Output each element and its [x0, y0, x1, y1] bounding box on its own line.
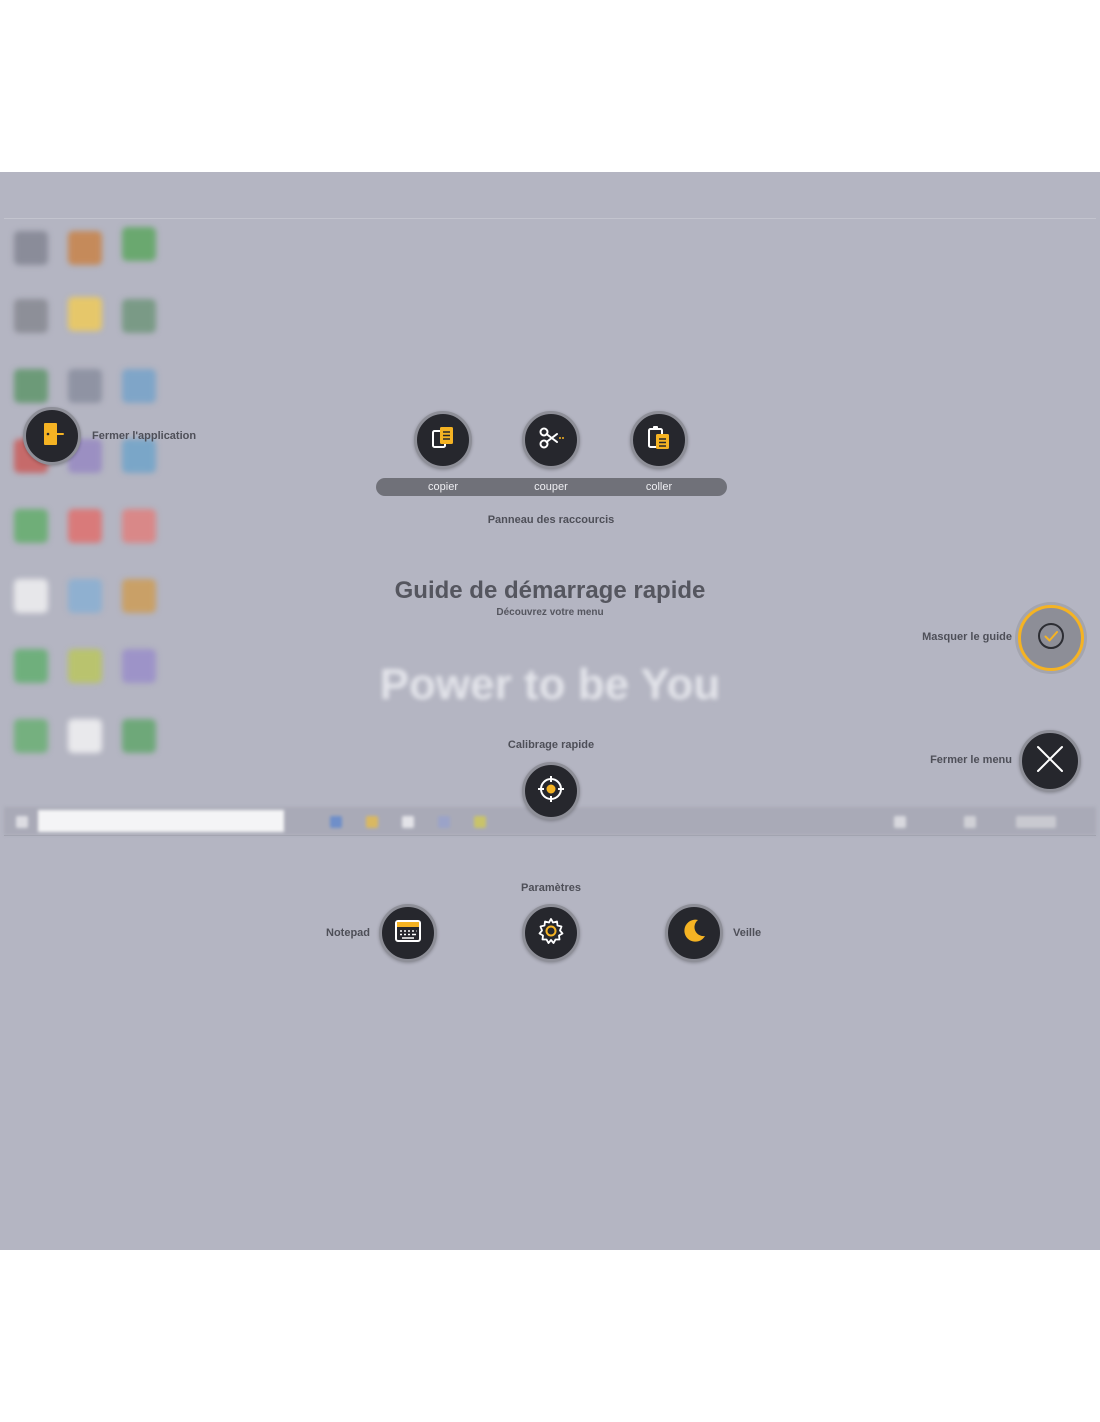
- desktop-icon: [68, 509, 102, 543]
- notepad-label: Notepad: [326, 927, 370, 939]
- copy-icon: [427, 422, 459, 458]
- scissors-icon: [535, 422, 567, 458]
- desktop-icon: [14, 231, 48, 265]
- taskbar-app-icon: [366, 816, 378, 828]
- notepad-button[interactable]: [379, 904, 437, 962]
- desktop-icon: [122, 227, 156, 261]
- tray-clock: [1016, 816, 1056, 828]
- desktop-icon: [14, 649, 48, 683]
- close-app-button[interactable]: [23, 407, 81, 465]
- copy-label: copier: [428, 481, 458, 493]
- moon-icon: [678, 915, 710, 951]
- desktop-icon: [122, 579, 156, 613]
- desktop-icon: [14, 299, 48, 333]
- desktop-icon: [68, 369, 102, 403]
- settings-button[interactable]: [522, 904, 580, 962]
- wallpaper-slogan: Power to be You: [379, 660, 721, 709]
- desktop-icon: [14, 369, 48, 403]
- copy-button[interactable]: [414, 411, 472, 469]
- desktop-icon: [122, 719, 156, 753]
- taskbar-search-box: [38, 810, 284, 832]
- tray-icon: [894, 816, 906, 828]
- hide-guide-label: Masquer le guide: [922, 631, 1012, 643]
- close-menu-button[interactable]: [1019, 730, 1081, 792]
- tray-icon: [964, 816, 976, 828]
- desktop-icon: [14, 509, 48, 543]
- check-circle-icon: [1035, 620, 1067, 656]
- close-x-icon: [1034, 743, 1066, 779]
- cut-label: couper: [534, 481, 568, 493]
- paste-icon: [643, 422, 675, 458]
- taskbar-app-icon: [474, 816, 486, 828]
- desktop-icons: [12, 223, 172, 783]
- gear-icon: [535, 915, 567, 951]
- desktop-icon: [14, 579, 48, 613]
- sleep-button[interactable]: [665, 904, 723, 962]
- shortcut-panel-label: Panneau des raccourcis: [487, 514, 615, 526]
- sleep-label: Veille: [733, 927, 762, 939]
- hide-guide-button[interactable]: [1018, 605, 1084, 671]
- settings-label: Paramètres: [521, 882, 581, 894]
- desktop-icon: [122, 369, 156, 403]
- exit-door-icon: [36, 418, 68, 454]
- desktop-icon: [122, 649, 156, 683]
- page: Fermer l'application copier couper colle…: [0, 0, 1100, 1422]
- start-icon: [16, 816, 28, 828]
- desktop-icon: [68, 719, 102, 753]
- calibration-button[interactable]: [522, 762, 580, 820]
- guide-subtitle: Découvrez votre menu: [496, 607, 604, 618]
- desktop-icon: [68, 297, 102, 331]
- taskbar-app-icon: [402, 816, 414, 828]
- paste-label: coller: [645, 481, 673, 493]
- close-menu-label: Fermer le menu: [930, 754, 1012, 766]
- desktop-icon: [68, 579, 102, 613]
- guide-title: Guide de démarrage rapide: [394, 577, 706, 604]
- desktop-icon: [122, 299, 156, 333]
- taskbar-app-icon: [330, 816, 342, 828]
- target-icon: [535, 773, 567, 809]
- paste-button[interactable]: [630, 411, 688, 469]
- keyboard-icon: [392, 915, 424, 951]
- calibration-label: Calibrage rapide: [507, 739, 595, 751]
- close-app-label: Fermer l'application: [92, 430, 197, 442]
- cut-button[interactable]: [522, 411, 580, 469]
- desktop-icon: [14, 719, 48, 753]
- desktop-icon: [122, 439, 156, 473]
- desktop-icon: [122, 509, 156, 543]
- taskbar-app-icon: [438, 816, 450, 828]
- desktop-icon: [68, 231, 102, 265]
- desktop-icon: [68, 649, 102, 683]
